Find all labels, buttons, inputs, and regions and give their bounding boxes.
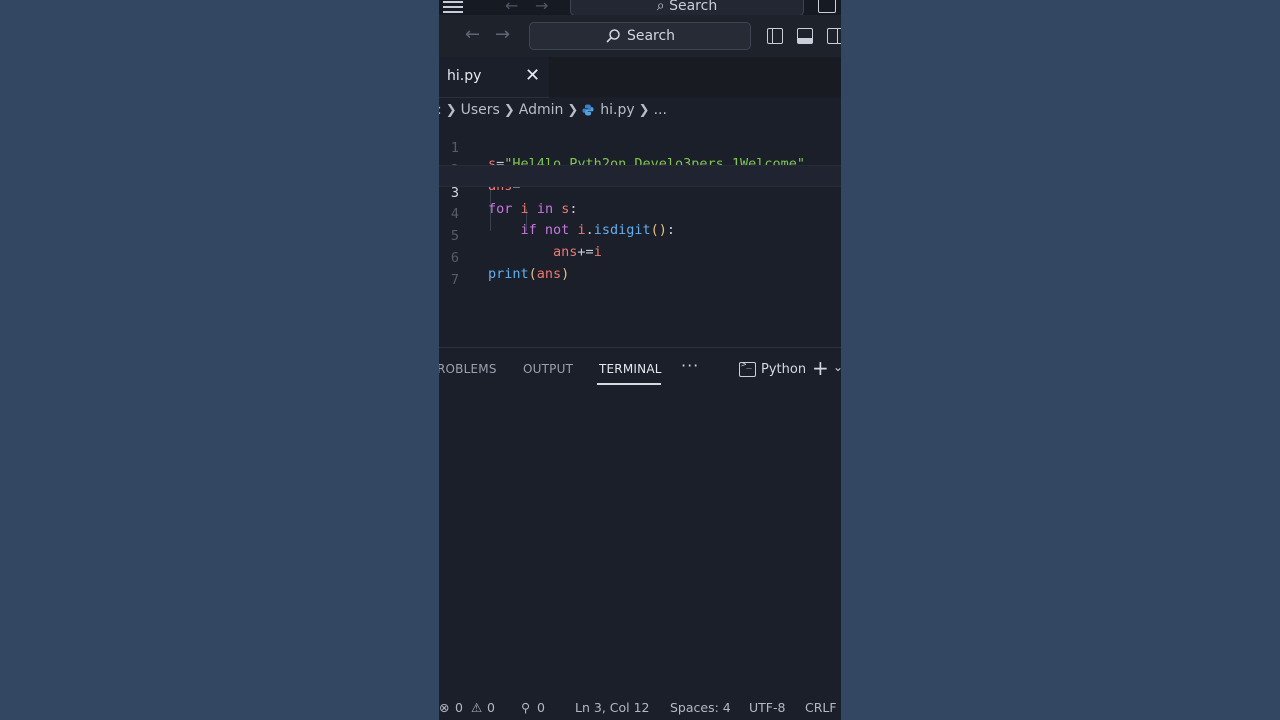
code-line-2[interactable]: 2 ans="" — [439, 143, 841, 194]
code-line-7[interactable]: 7 — [439, 253, 841, 288]
tab-problems[interactable]: ROBLEMS — [439, 362, 497, 376]
active-tab-indicator — [597, 383, 661, 385]
tab-terminal[interactable]: TERMINAL — [599, 362, 662, 376]
status-bar: ⊗ 0 ⚠ 0 ⚲ 0 Ln 3, Col 12 Spaces: 4 UTF-8… — [439, 697, 841, 720]
chevron-right-icon: ❯ — [567, 102, 579, 118]
top-search-box[interactable]: ⌕ Search — [570, 0, 804, 15]
tab-output[interactable]: OUTPUT — [523, 362, 573, 376]
more-actions-icon[interactable]: ··· — [681, 356, 699, 375]
terminal-icon — [739, 360, 756, 377]
breadcrumb-users[interactable]: Users — [461, 102, 500, 118]
chevron-down-icon[interactable]: ⌄ — [833, 360, 841, 374]
error-icon[interactable]: ⊗ — [439, 700, 449, 715]
line-endings[interactable]: CRLF — [805, 700, 837, 715]
search-icon — [606, 29, 620, 43]
vscode-window: ← → ⌕ Search ← → Search hi.py ✕ : ❯ — [439, 0, 841, 720]
back-arrow-icon[interactable]: ← — [505, 0, 518, 15]
code-line-5[interactable]: 5 ans+=i — [439, 209, 841, 260]
layout-icon[interactable] — [818, 0, 836, 13]
editor-tab-bar: hi.py ✕ — [439, 57, 841, 98]
toggle-secondary-sidebar-icon[interactable] — [827, 28, 841, 44]
tab-hi-py[interactable]: hi.py ✕ — [439, 57, 549, 98]
search-label: Search — [626, 28, 676, 44]
chevron-right-icon: ❯ — [503, 102, 515, 118]
title-bar: ← → Search — [439, 15, 841, 57]
forward-arrow-icon[interactable]: → — [495, 24, 510, 45]
ports-count[interactable]: 0 — [537, 700, 545, 715]
code-line-3[interactable]: 3 for i in s: — [439, 165, 841, 217]
ports-icon[interactable]: ⚲ — [521, 700, 530, 715]
chevron-right-icon: ❯ — [638, 102, 650, 118]
line-number: 7 — [450, 272, 459, 288]
close-icon[interactable]: ✕ — [525, 65, 540, 86]
search-icon: ⌕ — [656, 0, 665, 14]
chevron-right-icon: ❯ — [445, 102, 457, 118]
breadcrumb: : ❯ Users ❯ Admin ❯ hi.py ❯ ... — [439, 99, 841, 121]
back-arrow-icon[interactable]: ← — [465, 24, 480, 45]
top-search-label: Search — [669, 0, 718, 14]
cursor-position[interactable]: Ln 3, Col 12 — [575, 700, 650, 715]
code-editor[interactable]: 1 s="Hel4lo Pyth2on Develo3pers 1Welcome… — [439, 121, 841, 347]
bottom-panel: ROBLEMS OUTPUT TERMINAL ··· Python + ⌄ — [439, 347, 841, 698]
encoding[interactable]: UTF-8 — [749, 700, 785, 715]
code-line-1[interactable]: 1 s="Hel4lo Pyth2on Develo3pers 1Welcome… — [439, 121, 841, 172]
toggle-panel-icon[interactable] — [797, 28, 813, 44]
menu-icon[interactable] — [443, 0, 463, 14]
python-file-icon — [582, 104, 594, 116]
indentation[interactable]: Spaces: 4 — [670, 700, 731, 715]
code-line-4[interactable]: 4 if not i.isdigit(): — [439, 187, 841, 238]
breadcrumb-admin[interactable]: Admin — [519, 102, 564, 118]
top-strip: ← → ⌕ Search — [439, 0, 841, 15]
breadcrumb-file[interactable]: hi.py — [600, 102, 634, 118]
breadcrumb-overflow: : — [439, 102, 442, 118]
new-terminal-icon[interactable]: + — [812, 356, 829, 380]
warning-icon[interactable]: ⚠ — [471, 700, 482, 715]
tab-label: hi.py — [447, 68, 482, 84]
problems-count[interactable]: 0 — [455, 700, 463, 715]
terminal-area[interactable] — [439, 392, 841, 692]
forward-arrow-icon[interactable]: → — [535, 0, 548, 15]
toggle-sidebar-icon[interactable] — [767, 28, 783, 44]
command-search-box[interactable]: Search — [529, 22, 751, 50]
breadcrumb-symbols[interactable]: ... — [654, 102, 667, 118]
warnings-count[interactable]: 0 — [487, 700, 495, 715]
terminal-name[interactable]: Python — [761, 362, 806, 377]
code-line-6[interactable]: 6 print(ans) — [439, 231, 841, 282]
